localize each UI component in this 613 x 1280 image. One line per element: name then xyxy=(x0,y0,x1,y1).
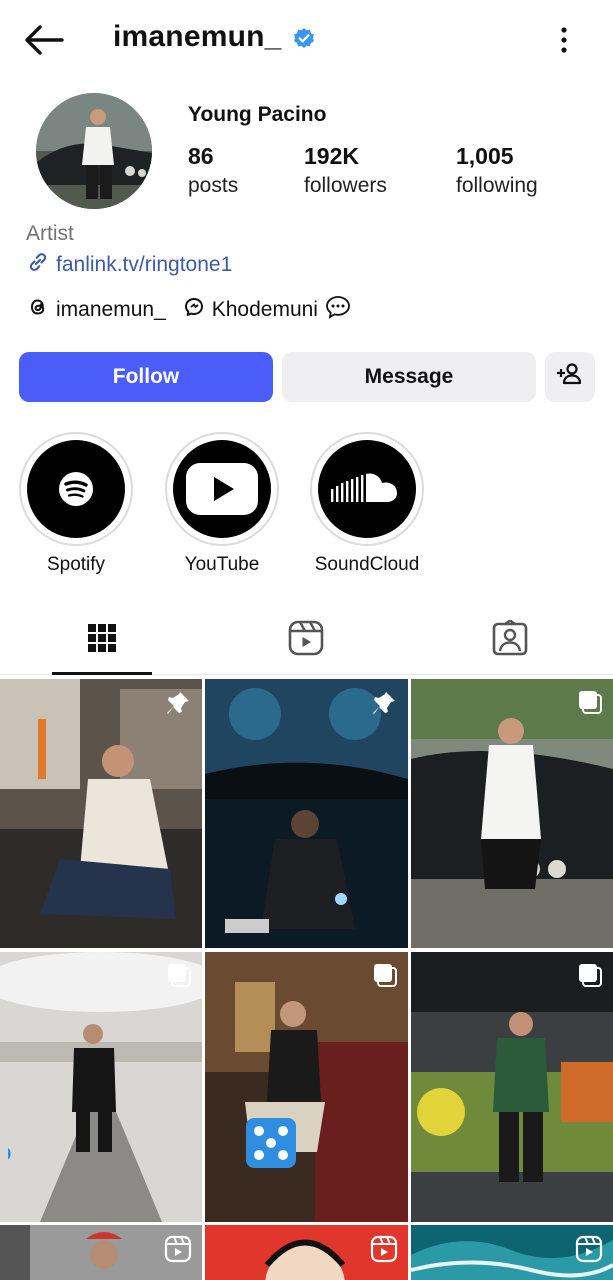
highlight-ring xyxy=(310,432,424,546)
channel-label: Khodemuni xyxy=(211,298,318,321)
stat-followers-value: 192K xyxy=(304,143,359,169)
highlight-label: YouTube xyxy=(184,554,260,575)
carousel-icon xyxy=(577,962,603,993)
more-options-icon[interactable] xyxy=(550,24,578,56)
profile-username: imanemun_ xyxy=(113,20,282,53)
stat-following-label: following xyxy=(456,174,538,197)
post-thumbnail[interactable] xyxy=(411,952,613,1222)
highlight-ring xyxy=(165,432,279,546)
threads-handle-text: imanemun_ xyxy=(56,298,166,321)
carousel-icon xyxy=(372,962,398,993)
chat-bubble-icon xyxy=(324,294,352,326)
stat-followers[interactable]: 192K followers xyxy=(304,143,387,198)
channel-icon xyxy=(182,295,206,325)
threads-handle[interactable]: imanemun_ xyxy=(26,295,166,325)
back-arrow-icon[interactable] xyxy=(22,22,66,58)
reel-icon xyxy=(575,1235,603,1268)
svg-text:مگاشرط: مگاشرط xyxy=(8,1117,14,1171)
reels-icon xyxy=(288,620,324,661)
stat-posts[interactable]: 86 posts xyxy=(188,143,238,198)
tab-posts-grid[interactable] xyxy=(0,605,204,675)
pinned-icon xyxy=(164,689,192,722)
tab-reels[interactable] xyxy=(204,605,408,675)
highlight-soundcloud[interactable]: SoundCloud xyxy=(309,432,425,576)
add-person-icon xyxy=(556,361,584,393)
post-thumbnail[interactable] xyxy=(205,952,408,1222)
broadcast-channel[interactable]: Khodemuni xyxy=(182,294,352,326)
suggest-people-button[interactable] xyxy=(545,352,595,402)
reel-icon xyxy=(164,1235,192,1268)
tagged-icon xyxy=(492,618,528,661)
active-tab-indicator xyxy=(52,672,152,675)
highlight-label: SoundCloud xyxy=(314,554,420,575)
profile-category: Artist xyxy=(26,222,74,245)
grid-icon xyxy=(87,623,117,658)
highlight-ring xyxy=(19,432,133,546)
post-thumbnail[interactable] xyxy=(0,679,202,948)
post-thumbnail[interactable] xyxy=(0,952,202,1222)
link-icon xyxy=(26,250,50,280)
pinned-icon xyxy=(370,689,398,722)
profile-tabs xyxy=(0,605,613,675)
spotify-icon xyxy=(27,440,125,538)
post-thumbnail[interactable] xyxy=(411,1225,613,1280)
profile-link[interactable]: fanlink.tv/ringtone1 xyxy=(26,250,232,280)
youtube-icon xyxy=(173,440,271,538)
threads-row: imanemun_ Khodemuni xyxy=(26,294,368,326)
profile-full-name: Young Pacino xyxy=(188,103,327,126)
tab-tagged[interactable] xyxy=(408,605,612,675)
carousel-icon xyxy=(166,962,192,993)
stat-posts-value: 86 xyxy=(188,143,214,169)
post-thumbnail[interactable] xyxy=(0,1225,202,1280)
highlight-spotify[interactable]: Spotify xyxy=(18,432,134,576)
profile-link-text: fanlink.tv/ringtone1 xyxy=(56,253,233,276)
reel-icon xyxy=(370,1235,398,1268)
top-bar: imanemun_ xyxy=(0,0,613,80)
post-thumbnail[interactable] xyxy=(411,679,613,948)
stat-posts-label: posts xyxy=(188,174,239,197)
threads-icon xyxy=(26,295,50,325)
soundcloud-icon xyxy=(318,440,416,538)
stat-following-value: 1,005 xyxy=(456,143,514,169)
follow-button[interactable]: Follow xyxy=(19,352,273,402)
watermark-logo: مگاشرط xyxy=(0,1112,300,1174)
highlight-label: Spotify xyxy=(46,554,106,575)
carousel-icon xyxy=(577,689,603,720)
profile-avatar[interactable] xyxy=(36,93,152,209)
message-button[interactable]: Message xyxy=(282,352,536,402)
stat-following[interactable]: 1,005 following xyxy=(456,143,538,198)
verified-badge-icon xyxy=(292,27,316,51)
highlight-youtube[interactable]: YouTube xyxy=(164,432,280,576)
post-thumbnail[interactable] xyxy=(205,1225,408,1280)
stat-followers-label: followers xyxy=(304,174,387,197)
post-thumbnail[interactable] xyxy=(205,679,408,948)
